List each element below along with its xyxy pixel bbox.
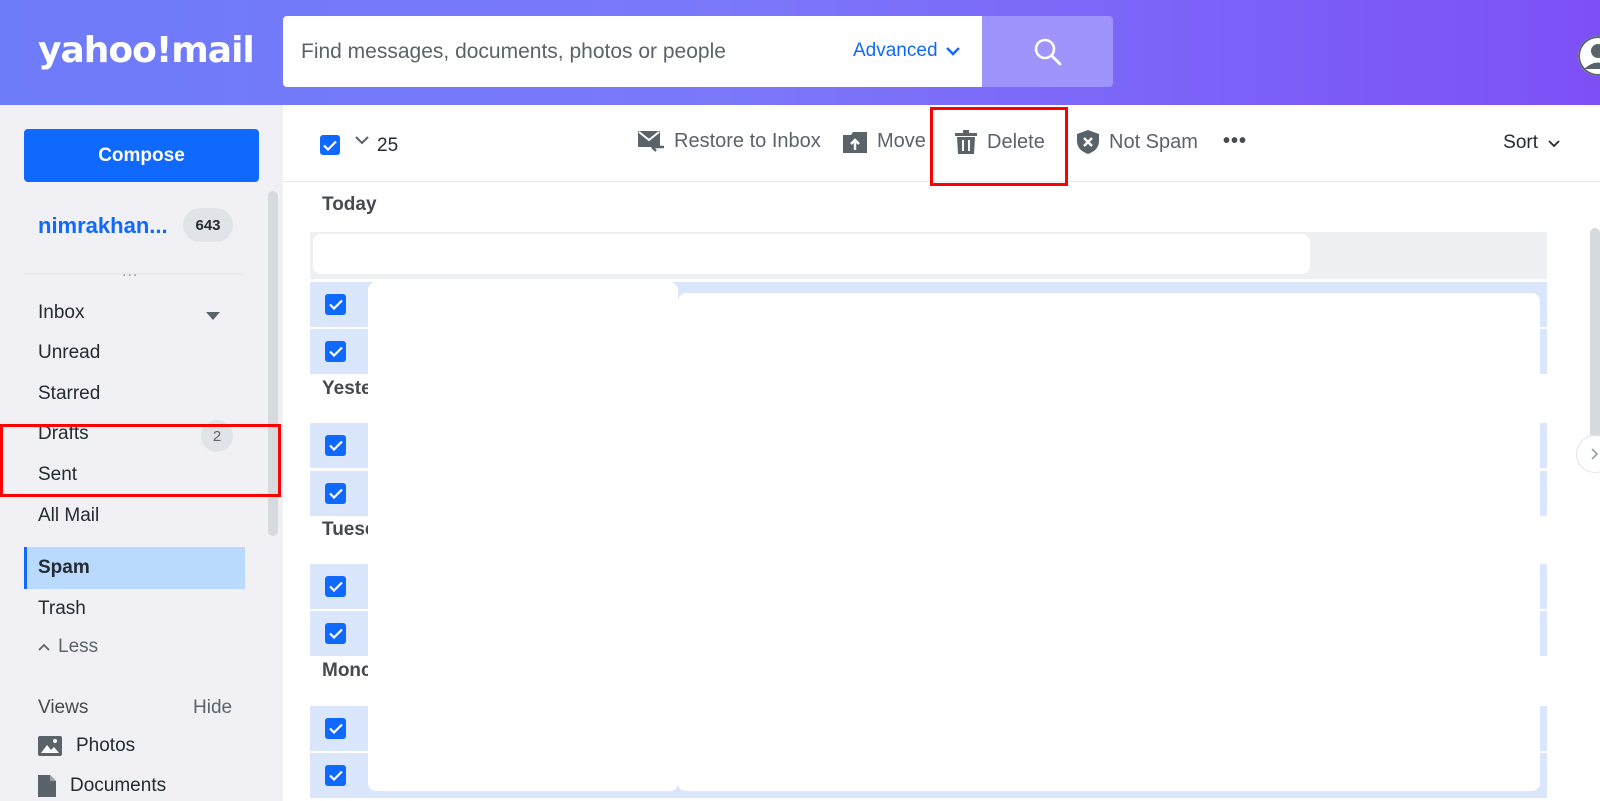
restore-inbox-icon bbox=[638, 130, 664, 152]
move-icon bbox=[843, 131, 867, 153]
less-toggle[interactable]: Less bbox=[38, 636, 98, 658]
group-label-monday: Monc bbox=[322, 660, 372, 681]
checkmark-icon bbox=[328, 770, 343, 781]
checkmark-icon bbox=[328, 723, 343, 734]
delete-highlight-annotation bbox=[930, 107, 1068, 186]
chevron-right-icon bbox=[1591, 448, 1599, 460]
more-actions-button[interactable]: ••• bbox=[1223, 130, 1247, 153]
view-documents[interactable]: Documents bbox=[38, 775, 166, 797]
message-list: Today Yeste Tuesc Monc bbox=[283, 183, 1600, 801]
less-label: Less bbox=[58, 636, 99, 657]
row-checkbox[interactable] bbox=[325, 483, 346, 504]
spam-highlight-annotation bbox=[0, 424, 281, 497]
sidebar-item-inbox[interactable]: Inbox bbox=[38, 302, 84, 324]
chevron-down-icon bbox=[1548, 139, 1560, 147]
checkmark-icon bbox=[328, 440, 343, 451]
move-button[interactable]: Move bbox=[843, 130, 926, 153]
row-checkbox[interactable] bbox=[325, 435, 346, 456]
restore-to-inbox-button[interactable]: Restore to Inbox bbox=[638, 130, 821, 153]
row-checkbox[interactable] bbox=[325, 765, 346, 786]
more-accounts-dots[interactable]: ... bbox=[122, 263, 138, 281]
main-scrollbar[interactable] bbox=[1590, 228, 1600, 438]
redaction-block bbox=[313, 234, 1310, 274]
row-checkbox[interactable] bbox=[325, 576, 346, 597]
sort-label: Sort bbox=[1503, 132, 1538, 153]
search-icon bbox=[1034, 38, 1061, 65]
move-label: Move bbox=[877, 130, 926, 152]
not-spam-button[interactable]: Not Spam bbox=[1077, 130, 1198, 154]
sidebar-item-starred[interactable]: Starred bbox=[38, 383, 100, 405]
document-icon bbox=[38, 775, 56, 797]
checkmark-icon bbox=[328, 581, 343, 592]
search-button[interactable] bbox=[982, 16, 1113, 87]
caret-down-icon[interactable] bbox=[206, 312, 220, 321]
compose-button[interactable]: Compose bbox=[24, 129, 259, 182]
checkmark-icon bbox=[328, 488, 343, 499]
selected-count: 25 bbox=[377, 135, 399, 156]
row-checkbox[interactable] bbox=[325, 341, 346, 362]
sidebar-item-unread[interactable]: Unread bbox=[38, 342, 100, 364]
checkmark-icon bbox=[328, 299, 343, 310]
sort-button[interactable]: Sort bbox=[1503, 132, 1560, 154]
redaction-block bbox=[368, 282, 678, 791]
sidebar-item-spam[interactable]: Spam bbox=[38, 557, 90, 579]
not-spam-label: Not Spam bbox=[1109, 130, 1198, 153]
yahoo-mail-logo[interactable]: yahoo!mail bbox=[38, 30, 255, 71]
advanced-label: Advanced bbox=[853, 40, 938, 61]
view-documents-label: Documents bbox=[70, 775, 167, 796]
restore-label: Restore to Inbox bbox=[674, 130, 821, 152]
select-dropdown-chevron-icon[interactable] bbox=[355, 134, 369, 146]
checkmark-icon bbox=[328, 346, 343, 357]
search-box: Advanced bbox=[283, 16, 982, 87]
chevron-down-icon bbox=[945, 47, 960, 56]
sidebar-item-all-mail[interactable]: All Mail bbox=[38, 505, 99, 523]
profile-avatar[interactable] bbox=[1578, 36, 1600, 76]
row-checkbox[interactable] bbox=[325, 294, 346, 315]
views-heading: Views bbox=[38, 697, 89, 718]
account-name[interactable]: nimrakhan... bbox=[38, 213, 168, 239]
views-hide-link[interactable]: Hide bbox=[193, 697, 232, 719]
checkmark-icon bbox=[323, 140, 337, 151]
group-label-yesterday: Yeste bbox=[322, 378, 372, 399]
search-input[interactable] bbox=[301, 38, 821, 66]
account-unread-badge: 643 bbox=[183, 208, 233, 242]
shield-icon bbox=[1077, 130, 1099, 154]
row-checkbox[interactable] bbox=[325, 718, 346, 739]
view-photos[interactable]: Photos bbox=[38, 735, 135, 757]
select-all-checkbox[interactable] bbox=[320, 135, 340, 155]
redaction-block bbox=[678, 293, 1540, 791]
advanced-search-button[interactable]: Advanced bbox=[853, 40, 960, 62]
row-checkbox[interactable] bbox=[325, 623, 346, 644]
user-icon bbox=[1578, 36, 1600, 76]
photo-icon bbox=[38, 736, 62, 756]
sidebar-item-trash[interactable]: Trash bbox=[38, 598, 86, 620]
chevron-up-icon bbox=[38, 643, 50, 651]
app-header: yahoo!mail Advanced bbox=[0, 0, 1600, 105]
checkmark-icon bbox=[328, 628, 343, 639]
group-label-today: Today bbox=[322, 194, 377, 215]
view-photos-label: Photos bbox=[76, 735, 136, 756]
